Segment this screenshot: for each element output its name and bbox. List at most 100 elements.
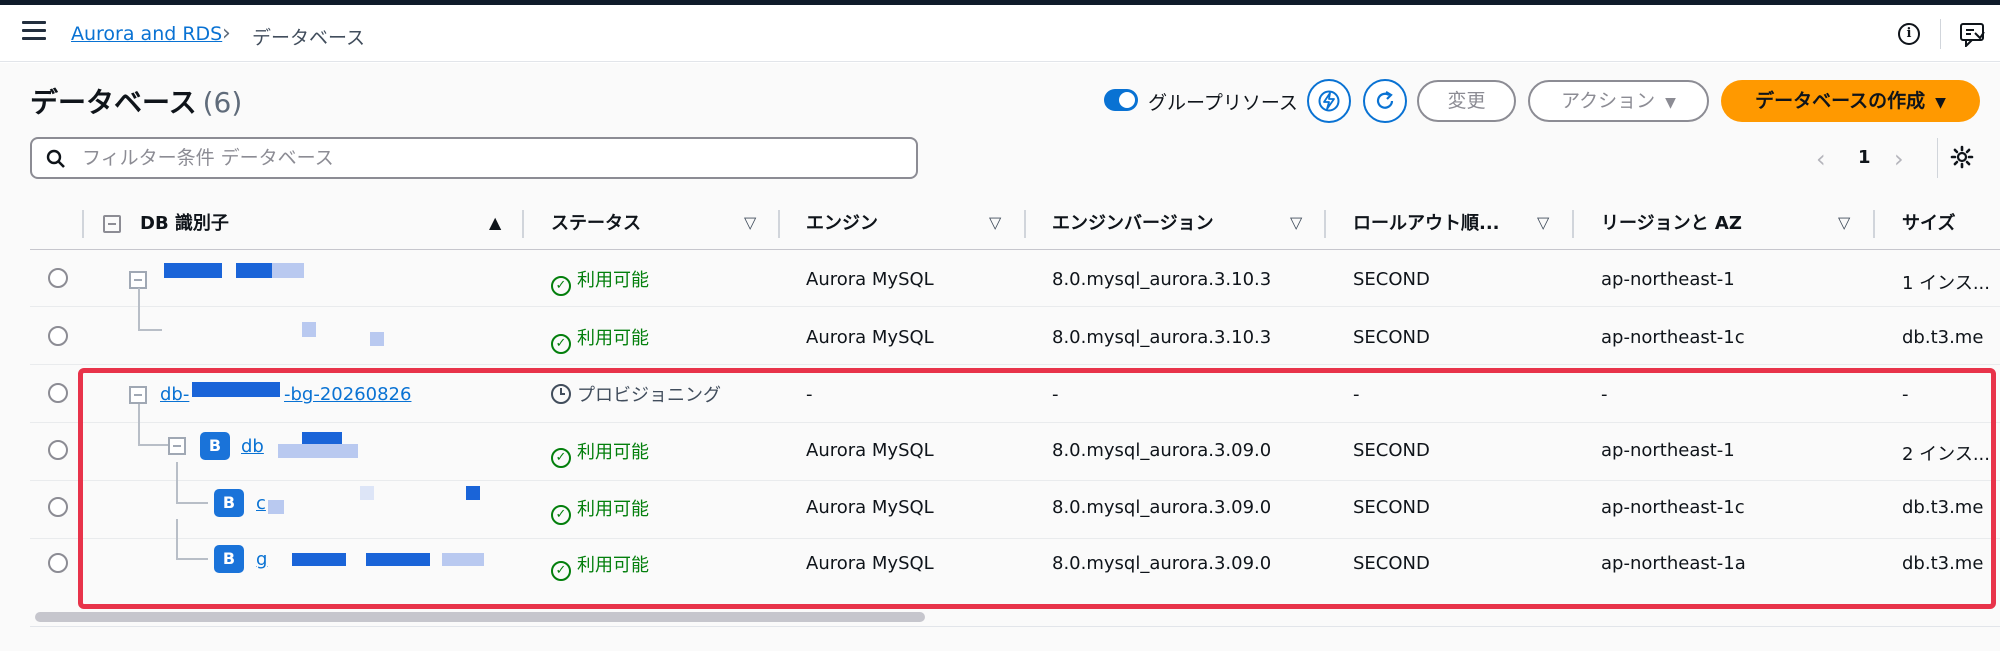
tree-line [176, 558, 208, 560]
quick-actions-button[interactable] [1307, 79, 1351, 123]
sort-up-icon[interactable]: ▲ [489, 213, 501, 232]
main-content: データベース (6) グループリソース 変更 アクション ▼ データベースの作成 ▼ … [0, 63, 2000, 651]
check-circle-icon: ✓ [551, 505, 571, 525]
row-select-radio[interactable] [48, 497, 68, 517]
db-id-link[interactable]: g [256, 549, 267, 570]
column-header-engine-version[interactable]: エンジンバージョン [1052, 209, 1214, 235]
row-select-radio[interactable] [48, 440, 68, 460]
modify-label: 変更 [1447, 90, 1486, 112]
status-label: 利用可能 [577, 270, 649, 291]
divider [1937, 138, 1938, 178]
table-row[interactable]: ✓ 利用可能 Aurora MySQL 8.0.mysql_aurora.3.10… [30, 288, 2000, 365]
actions-dropdown-button[interactable]: アクション ▼ [1528, 80, 1709, 122]
chevron-left-icon[interactable]: ‹ [1816, 145, 1826, 173]
sort-down-outline-icon[interactable]: ▽ [1537, 213, 1549, 232]
page-title: データベース (6) [30, 81, 242, 121]
row-collapse-toggle[interactable] [129, 386, 147, 404]
column-header-size[interactable]: サイズ [1902, 209, 1955, 235]
refresh-button[interactable] [1363, 79, 1407, 123]
region-cell: ap-northeast-1c [1601, 497, 1745, 518]
bluegreen-id-suffix-link[interactable]: -bg-20260826 [284, 384, 411, 405]
page-number[interactable]: 1 [1858, 147, 1871, 168]
modify-button[interactable]: 変更 [1417, 80, 1516, 122]
table-row[interactable]: ✓ 利用可能 Aurora MySQL 8.0.mysql_aurora.3.10… [30, 250, 2000, 307]
status-available: ✓ 利用可能 [551, 495, 649, 525]
column-header-db-id[interactable]: DB 識別子 [140, 209, 229, 235]
tree-line [176, 502, 208, 504]
feedback-icon[interactable] [1960, 23, 1986, 47]
gear-icon[interactable] [1950, 145, 1974, 169]
engine-cell: Aurora MySQL [806, 269, 934, 290]
size-cell: db.t3.me [1902, 497, 1984, 518]
column-separator [82, 210, 84, 238]
table-row[interactable]: B g ✓ 利用可能 Aurora MySQL 8.0.mysql_aurora.… [30, 519, 2000, 596]
size-cell: 1 インス... [1902, 273, 1990, 294]
row-select-radio[interactable] [48, 268, 68, 288]
version-cell: 8.0.mysql_aurora.3.10.3 [1052, 327, 1272, 348]
engine-cell: Aurora MySQL [806, 440, 934, 461]
caret-down-icon: ▼ [1935, 95, 1946, 111]
check-circle-icon: ✓ [551, 561, 571, 581]
table-row[interactable]: B db ✓ 利用可能 Aurora MySQL 8.0.mysql_aurora… [30, 404, 2000, 481]
db-id-link[interactable]: c [256, 493, 266, 514]
collapse-all-toggle[interactable] [103, 215, 121, 233]
menu-icon[interactable] [22, 21, 46, 43]
page-title-text: データベース [30, 86, 197, 119]
region-cell: ap-northeast-1 [1601, 440, 1735, 461]
sort-down-outline-icon[interactable]: ▽ [1290, 213, 1302, 232]
size-cell: 2 インス... [1902, 444, 1990, 465]
sort-down-outline-icon[interactable]: ▽ [989, 213, 1001, 232]
rollout-cell: SECOND [1353, 497, 1430, 518]
redacted-id [466, 486, 480, 500]
region-cell: ap-northeast-1c [1601, 327, 1745, 348]
column-separator [1873, 210, 1875, 238]
column-header-engine[interactable]: エンジン [806, 209, 878, 235]
bluegreen-id-prefix-link[interactable]: db- [160, 384, 189, 405]
redacted-id [442, 553, 484, 566]
version-cell: 8.0.mysql_aurora.3.09.0 [1052, 553, 1272, 574]
db-id-link[interactable]: db [241, 436, 264, 457]
divider [1940, 19, 1941, 49]
redacted-id [268, 500, 284, 514]
row-select-radio[interactable] [48, 383, 68, 403]
filter-search[interactable] [30, 137, 918, 179]
column-header-region-az[interactable]: リージョンと AZ [1601, 209, 1742, 235]
rollout-cell: SECOND [1353, 327, 1430, 348]
info-icon[interactable]: i [1898, 23, 1920, 45]
status-provisioning: プロビジョニング [551, 381, 721, 407]
table-row[interactable]: db- -bg-20260826 プロビジョニング - - - - - [30, 366, 2000, 423]
tree-line [138, 404, 140, 445]
row-collapse-toggle[interactable] [168, 437, 186, 455]
status-available: ✓ 利用可能 [551, 324, 649, 354]
column-separator [522, 210, 524, 238]
region-cell: ap-northeast-1a [1601, 553, 1746, 574]
actions-label: アクション [1561, 90, 1656, 112]
rollout-cell: SECOND [1353, 553, 1430, 574]
redacted-id [370, 332, 384, 346]
group-resources-toggle[interactable] [1104, 89, 1138, 111]
sort-down-outline-icon[interactable]: ▽ [744, 213, 756, 232]
row-collapse-toggle[interactable] [129, 271, 147, 289]
engine-cell: Aurora MySQL [806, 553, 934, 574]
table-row[interactable]: B c ✓ 利用可能 Aurora MySQL 8.0.mysql_aurora.… [30, 462, 2000, 539]
tree-line [138, 444, 170, 446]
status-label: 利用可能 [577, 499, 649, 520]
column-header-rollout[interactable]: ロールアウト順... [1353, 209, 1500, 235]
chevron-right-icon: › [222, 21, 231, 46]
breadcrumb-parent-link[interactable]: Aurora and RDS [71, 23, 222, 45]
sort-down-outline-icon[interactable]: ▽ [1838, 213, 1850, 232]
row-select-radio[interactable] [48, 553, 68, 573]
row-select-radio[interactable] [48, 326, 68, 346]
search-input[interactable] [82, 145, 902, 171]
version-cell: 8.0.mysql_aurora.3.09.0 [1052, 497, 1272, 518]
chevron-right-icon[interactable]: › [1894, 145, 1904, 173]
redacted-id [302, 322, 316, 337]
bluegreen-badge: B [214, 545, 244, 573]
version-cell: - [1052, 384, 1059, 405]
clock-icon [551, 384, 571, 404]
redacted-id [366, 553, 430, 566]
horizontal-scrollbar[interactable] [35, 612, 925, 622]
column-header-status[interactable]: ステータス [551, 209, 641, 235]
create-database-button[interactable]: データベースの作成 ▼ [1721, 80, 1980, 122]
redacted-id [272, 263, 304, 278]
